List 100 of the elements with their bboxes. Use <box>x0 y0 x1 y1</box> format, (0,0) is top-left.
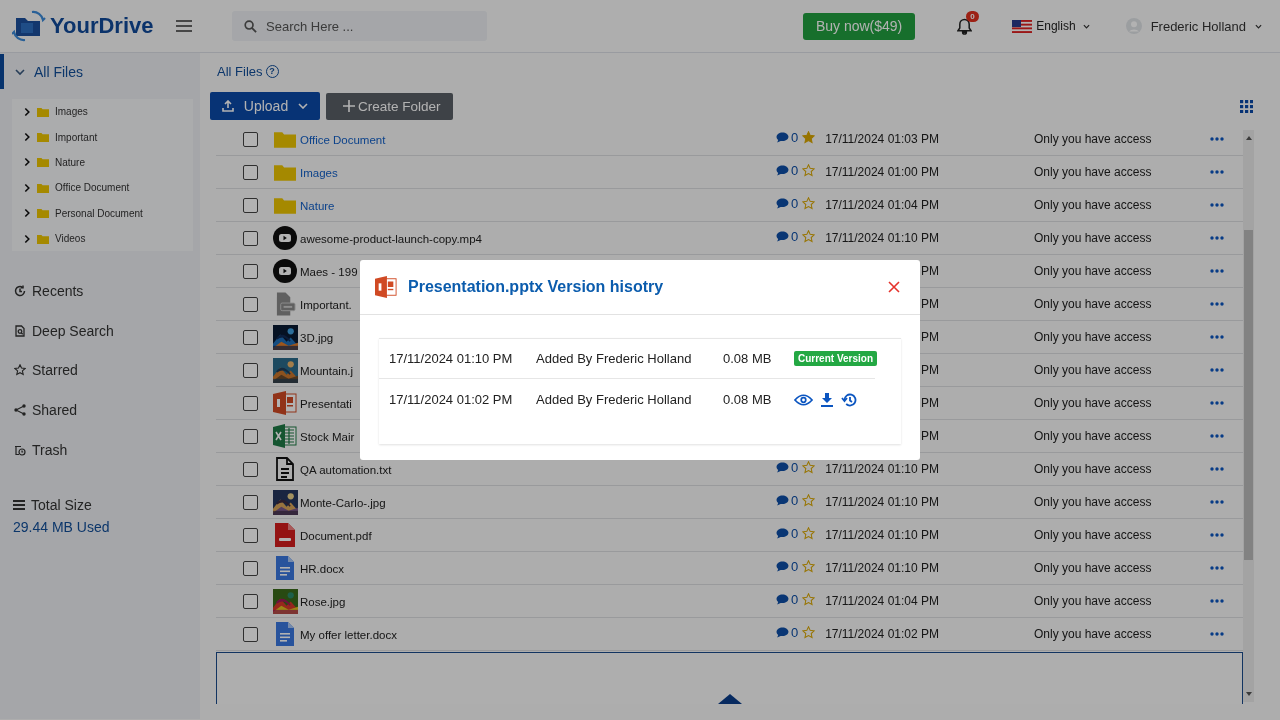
checkbox[interactable] <box>243 131 258 147</box>
collapse-arrow-icon[interactable] <box>717 694 742 704</box>
modified-date: 17/11/2024 01:10 PM <box>825 495 939 509</box>
scroll-up-icon[interactable] <box>1245 136 1252 140</box>
grid-view-icon[interactable] <box>1240 99 1253 113</box>
checkbox[interactable] <box>243 626 258 642</box>
restore-icon[interactable] <box>841 391 857 408</box>
search-field[interactable]: Search Here ... <box>232 11 487 41</box>
chevron-icon[interactable] <box>24 182 31 193</box>
more-icon[interactable] <box>1210 335 1224 339</box>
chevron-icon[interactable] <box>15 66 25 77</box>
comment-icon[interactable] <box>776 494 789 506</box>
star-icon[interactable] <box>802 593 815 606</box>
close-icon[interactable] <box>888 281 900 293</box>
star-icon[interactable] <box>802 197 815 210</box>
file-name[interactable]: Images <box>300 167 338 179</box>
checkbox[interactable] <box>243 296 258 312</box>
star-icon[interactable] <box>802 164 815 177</box>
comment-icon[interactable] <box>776 230 789 242</box>
download-icon[interactable] <box>821 392 833 407</box>
chevron-icon[interactable] <box>24 157 31 168</box>
scroll-down-icon[interactable] <box>1245 692 1252 696</box>
checkbox[interactable] <box>243 230 258 246</box>
folder-icon <box>37 233 49 244</box>
tree-item[interactable]: Office Document <box>55 182 130 194</box>
more-icon[interactable] <box>1210 434 1224 438</box>
chevron-icon[interactable] <box>24 233 31 244</box>
scrollbar[interactable] <box>1243 130 1254 702</box>
comment-icon[interactable] <box>776 131 789 143</box>
more-icon[interactable] <box>1210 533 1224 537</box>
checkbox[interactable] <box>243 428 258 444</box>
language-selector[interactable]: English <box>1036 19 1076 33</box>
tree-item[interactable]: Important <box>55 131 98 143</box>
comment-icon[interactable] <box>776 626 789 638</box>
create-folder-button[interactable]: Create Folder <box>326 92 453 120</box>
more-icon[interactable] <box>1210 269 1224 273</box>
sidebar-item[interactable]: All Files <box>0 54 200 89</box>
sidebar-item[interactable]: Deep Search <box>32 322 114 339</box>
storage-used: 29.44 MB Used <box>13 519 111 536</box>
file-name[interactable]: Office Document <box>300 134 386 146</box>
file-name[interactable]: Nature <box>300 200 335 212</box>
star-icon[interactable] <box>802 527 815 540</box>
more-icon[interactable] <box>1210 368 1224 372</box>
modified-date: PM <box>921 330 939 344</box>
upload-button[interactable]: Upload <box>210 92 320 120</box>
tree-item[interactable]: Images <box>55 106 88 118</box>
checkbox[interactable] <box>243 197 258 213</box>
sidebar-item[interactable]: Recents <box>32 283 84 300</box>
comment-icon[interactable] <box>776 527 789 539</box>
breadcrumb-link[interactable]: All Files <box>217 63 263 79</box>
sidebar-item[interactable]: Shared <box>32 401 78 418</box>
chevron-icon[interactable] <box>24 132 31 143</box>
checkbox[interactable] <box>243 329 258 345</box>
more-icon[interactable] <box>1210 632 1224 636</box>
more-icon[interactable] <box>1210 599 1224 603</box>
tree-item[interactable]: Personal Document <box>55 207 143 219</box>
star-icon[interactable] <box>802 461 815 474</box>
checkbox[interactable] <box>243 164 258 180</box>
tree-item[interactable]: Nature <box>55 156 85 168</box>
comment-icon[interactable] <box>776 461 789 473</box>
more-icon[interactable] <box>1210 566 1224 570</box>
checkbox[interactable] <box>243 263 258 279</box>
more-icon[interactable] <box>1210 467 1224 471</box>
more-icon[interactable] <box>1210 137 1224 141</box>
comment-icon[interactable] <box>776 197 789 209</box>
checkbox[interactable] <box>243 395 258 411</box>
checkbox[interactable] <box>243 494 258 510</box>
file-name: Presentati <box>300 398 352 410</box>
caret-icon[interactable] <box>1082 23 1090 29</box>
checkbox[interactable] <box>243 593 258 609</box>
view-icon[interactable] <box>794 393 813 406</box>
checkbox[interactable] <box>243 527 258 543</box>
star-icon[interactable] <box>802 230 815 243</box>
comment-icon[interactable] <box>776 560 789 572</box>
more-icon[interactable] <box>1210 302 1224 306</box>
star-icon[interactable] <box>802 131 815 144</box>
comment-icon[interactable] <box>776 164 789 176</box>
star-icon[interactable] <box>802 626 815 639</box>
checkbox[interactable] <box>243 560 258 576</box>
more-icon[interactable] <box>1210 170 1224 174</box>
checkbox[interactable] <box>243 362 258 378</box>
tree-item[interactable]: Videos <box>55 233 86 245</box>
archive-file-icon <box>274 292 296 316</box>
checkbox[interactable] <box>243 461 258 477</box>
more-icon[interactable] <box>1210 500 1224 504</box>
chevron-icon[interactable] <box>24 208 31 219</box>
comment-count: 0 <box>791 228 799 244</box>
comment-icon[interactable] <box>776 593 789 605</box>
star-icon[interactable] <box>802 560 815 573</box>
menu-icon[interactable] <box>176 20 192 32</box>
more-icon[interactable] <box>1210 236 1224 240</box>
more-icon[interactable] <box>1210 203 1224 207</box>
sidebar-item[interactable]: Trash <box>32 441 68 458</box>
caret-icon[interactable] <box>1255 23 1262 29</box>
star-icon[interactable] <box>802 494 815 507</box>
bell-icon[interactable] <box>957 17 973 35</box>
more-icon[interactable] <box>1210 401 1224 405</box>
sidebar-item[interactable]: Starred <box>32 362 78 379</box>
user-name[interactable]: Frederic Holland <box>1150 18 1246 34</box>
chevron-icon[interactable] <box>24 106 31 117</box>
